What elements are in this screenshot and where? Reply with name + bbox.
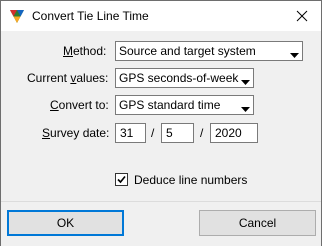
current-values-label: Current values:: [27, 71, 109, 85]
title-bar[interactable]: Convert Tie Line Time: [1, 1, 321, 31]
deduce-line-numbers-checkbox[interactable]: [115, 173, 128, 186]
window-title: Convert Tie Line Time: [32, 9, 149, 23]
chevron-down-icon: [290, 48, 299, 58]
date-separator: /: [151, 126, 155, 140]
chevron-down-icon: [241, 75, 250, 85]
convert-to-dropdown[interactable]: GPS standard time: [115, 95, 254, 115]
cancel-button[interactable]: Cancel: [199, 210, 316, 236]
button-bar: OK Cancel: [1, 201, 321, 246]
current-values-dropdown[interactable]: GPS seconds-of-week: [115, 68, 254, 88]
method-value: Source and target system: [119, 44, 256, 58]
app-triangle-icon: [9, 8, 25, 24]
close-icon[interactable]: [291, 5, 313, 27]
survey-date-label: Survey date:: [42, 126, 110, 140]
survey-day-field[interactable]: 31: [115, 123, 146, 143]
ok-button[interactable]: OK: [7, 210, 124, 236]
convert-to-label: Convert to:: [50, 98, 109, 112]
date-separator: /: [200, 126, 204, 140]
chevron-down-icon: [241, 102, 250, 112]
checkmark-icon: [117, 175, 126, 184]
deduce-line-numbers-label[interactable]: Deduce line numbers: [134, 173, 247, 187]
survey-month-field[interactable]: 5: [161, 123, 194, 143]
convert-to-value: GPS standard time: [119, 98, 221, 112]
method-dropdown[interactable]: Source and target system: [115, 41, 303, 61]
dialog-window: Convert Tie Line Time Method: Source and…: [0, 0, 322, 246]
current-values-value: GPS seconds-of-week: [119, 71, 239, 85]
method-label: Method:: [63, 44, 107, 58]
survey-year-field[interactable]: 2020: [210, 123, 258, 143]
